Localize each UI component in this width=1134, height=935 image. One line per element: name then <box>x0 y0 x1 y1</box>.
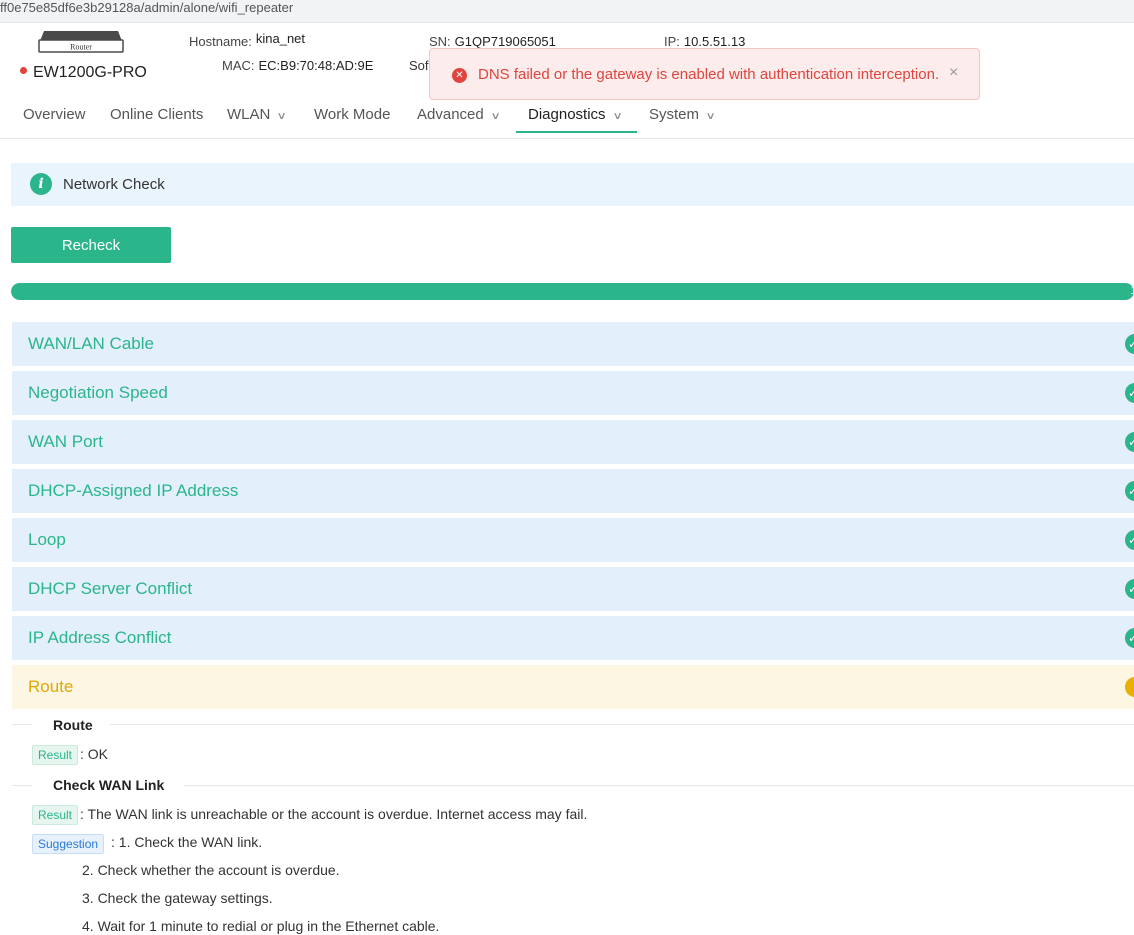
sn-value: G1QP719065051 <box>454 34 556 49</box>
mac-info: MAC: EC:B9:70:48:AD:9E <box>222 58 373 73</box>
suggestion-item: 3. Check the gateway settings. <box>82 890 273 906</box>
chevron-down-icon: ∨ <box>490 111 501 122</box>
active-tab-indicator <box>516 131 637 133</box>
check-ip-address-conflict[interactable]: IP Address Conflict ✓ <box>12 616 1134 660</box>
chevron-down-icon: ∨ <box>705 111 716 122</box>
result-badge: Result <box>32 745 79 765</box>
check-ok-icon: ✓ <box>1125 383 1134 403</box>
check-route[interactable]: Route <box>12 665 1134 709</box>
suggestion-item: 4. Wait for 1 minute to redial or plug i… <box>82 918 440 934</box>
chevron-down-icon: ∨ <box>612 111 623 122</box>
nav-overview[interactable]: Overview <box>23 106 86 123</box>
progress-percent: 1( <box>1130 285 1134 297</box>
check-ok-icon: ✓ <box>1125 628 1134 648</box>
hostname-info: Hostname: kina_net <box>189 31 306 49</box>
check-label: DHCP Server Conflict <box>28 579 193 598</box>
nav-online-clients-label: Online Clients <box>110 106 204 123</box>
info-icon: i <box>30 173 52 195</box>
error-alert: ✕ DNS failed or the gateway is enabled w… <box>429 48 980 100</box>
check-label: WAN/LAN Cable <box>28 334 154 353</box>
check-dhcp-assigned-ip[interactable]: DHCP-Assigned IP Address ✓ <box>12 469 1134 513</box>
device-model-text: EW1200G-PRO <box>33 64 147 81</box>
nav-diagnostics[interactable]: Diagnostics ∨ <box>528 106 623 123</box>
close-icon[interactable]: × <box>949 64 958 82</box>
check-progress-bar: 1( <box>11 283 1134 300</box>
suggestion-item: 2. Check whether the account is overdue. <box>82 862 340 878</box>
divider <box>12 724 32 725</box>
sn-label: SN: <box>429 34 451 49</box>
ip-value: 10.5.51.13 <box>683 34 746 49</box>
check-ok-icon: ✓ <box>1125 530 1134 550</box>
check-label: Route <box>28 677 74 696</box>
router-device-icon: Router <box>38 29 124 53</box>
divider <box>110 724 1134 725</box>
ip-info: IP: 10.5.51.13 <box>664 34 745 49</box>
check-label: DHCP-Assigned IP Address <box>28 481 239 500</box>
divider <box>184 785 1134 786</box>
check-dhcp-server-conflict[interactable]: DHCP Server Conflict ✓ <box>12 567 1134 611</box>
recheck-button[interactable]: Recheck <box>11 227 171 263</box>
check-ok-icon: ✓ <box>1125 334 1134 354</box>
nav-work-mode-label: Work Mode <box>314 106 391 123</box>
check-wan-port[interactable]: WAN Port ✓ <box>12 420 1134 464</box>
router-icon-label: Router <box>70 43 92 52</box>
nav-system[interactable]: System ∨ <box>649 106 716 123</box>
route-subheading: Route <box>53 717 93 733</box>
nav-overview-label: Overview <box>23 106 86 123</box>
network-check-header: i Network Check <box>11 163 1134 206</box>
chevron-down-icon: ∨ <box>276 111 288 122</box>
route-result-text: : OK <box>80 746 109 762</box>
mac-value: EC:B9:70:48:AD:9E <box>258 58 374 73</box>
check-ok-icon: ✓ <box>1125 481 1134 501</box>
suggestion-item: : 1. Check the WAN link. <box>111 834 263 850</box>
hostname-label: Hostname: <box>189 34 252 49</box>
warning-icon <box>1125 677 1134 697</box>
wan-result-text: : The WAN link is unreachable or the acc… <box>80 806 588 822</box>
alert-message: DNS failed or the gateway is enabled wit… <box>478 66 940 83</box>
ip-label: IP: <box>664 34 680 49</box>
nav-system-label: System <box>649 106 700 123</box>
wan-link-subheading: Check WAN Link <box>53 777 165 793</box>
nav-wlan-label: WLAN <box>227 106 271 123</box>
device-model: EW1200G-PRO <box>20 64 147 82</box>
error-icon: ✕ <box>452 68 467 83</box>
check-label: Loop <box>28 530 66 549</box>
mac-label: MAC: <box>222 58 255 73</box>
check-ok-icon: ✓ <box>1125 432 1134 452</box>
progress-fill <box>11 283 1134 300</box>
suggestion-badge: Suggestion <box>32 834 105 854</box>
nav-diagnostics-label: Diagnostics <box>528 106 606 123</box>
status-dot <box>20 67 27 75</box>
check-wan-lan-cable[interactable]: WAN/LAN Cable ✓ <box>12 322 1134 366</box>
network-check-title: Network Check <box>63 176 165 193</box>
check-label: IP Address Conflict <box>28 628 172 647</box>
nav-advanced[interactable]: Advanced ∨ <box>417 106 501 123</box>
nav-online-clients[interactable]: Online Clients <box>110 106 203 123</box>
url-text: ff0e75e85df6e3b29128a/admin/alone/wifi_r… <box>0 0 294 15</box>
check-loop[interactable]: Loop ✓ <box>12 518 1134 562</box>
divider <box>12 785 32 786</box>
hostname-value: kina_net <box>255 31 306 46</box>
nav-work-mode[interactable]: Work Mode <box>314 106 390 123</box>
address-bar[interactable]: ff0e75e85df6e3b29128a/admin/alone/wifi_r… <box>0 0 1134 23</box>
check-ok-icon: ✓ <box>1125 579 1134 599</box>
nav-advanced-label: Advanced <box>417 106 484 123</box>
check-negotiation-speed[interactable]: Negotiation Speed ✓ <box>12 371 1134 415</box>
check-label: Negotiation Speed <box>28 383 168 402</box>
software-info-label: Sof <box>409 58 429 73</box>
sn-info: SN: G1QP719065051 <box>429 34 556 49</box>
nav-wlan[interactable]: WLAN ∨ <box>227 106 288 123</box>
result-badge: Result <box>32 805 79 825</box>
check-label: WAN Port <box>28 432 103 451</box>
